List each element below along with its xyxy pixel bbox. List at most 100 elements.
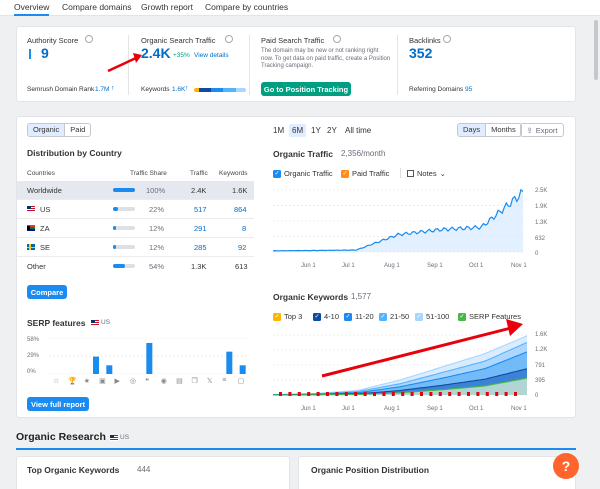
position-distribution-title: Organic Position Distribution: [311, 465, 430, 475]
tab-compare-domains[interactable]: Compare domains: [62, 2, 131, 12]
serp-bar[interactable]: [146, 342, 153, 374]
note-marker[interactable]: [363, 392, 367, 396]
note-marker[interactable]: [279, 392, 282, 396]
note-marker[interactable]: [297, 392, 301, 396]
table-row[interactable]: Worldwide 100% 2.4K 1.6K: [17, 181, 254, 200]
se-flag-icon: [27, 244, 35, 250]
authority-score-value[interactable]: 9: [41, 45, 49, 61]
keywords-ytick: 1.2K: [535, 347, 548, 353]
export-button[interactable]: ⇪ Export: [520, 123, 564, 137]
traffic-value[interactable]: 291: [194, 224, 207, 233]
share-bar-fill: [113, 245, 116, 249]
divider: [397, 35, 398, 95]
note-marker[interactable]: [335, 392, 339, 396]
legend-paid-traffic[interactable]: ✓ Paid Traffic: [341, 169, 389, 178]
traffic-value[interactable]: 517: [194, 205, 207, 214]
organic-traffic-change: +35%: [173, 52, 190, 59]
note-marker[interactable]: [504, 392, 508, 396]
list-icon: ≡: [222, 377, 227, 384]
traffic-ytick: 1.9K: [535, 204, 548, 210]
note-marker[interactable]: [485, 392, 489, 396]
country-table: Worldwide 100% 2.4K 1.6K US 22% 517 864 …: [17, 181, 254, 277]
note-marker[interactable]: [344, 392, 348, 396]
range-2y[interactable]: 2Y: [327, 126, 337, 135]
granularity-toggle[interactable]: Days Months: [457, 123, 522, 137]
keywords-value[interactable]: 8: [242, 224, 246, 233]
range-6m[interactable]: 6M: [289, 124, 307, 137]
info-icon[interactable]: [443, 35, 451, 43]
legend-organic-traffic[interactable]: ✓ Organic Traffic: [273, 169, 333, 178]
note-marker[interactable]: [448, 392, 452, 396]
table-row[interactable]: Other 54% 1.3K 613: [17, 257, 254, 276]
organic-traffic-chart-title: Organic Traffic: [273, 149, 333, 159]
note-marker[interactable]: [382, 392, 386, 396]
table-row[interactable]: ZA 12% 291 8: [17, 219, 254, 238]
serp-bar[interactable]: [106, 365, 113, 374]
range-1m[interactable]: 1M: [273, 126, 284, 135]
toggle-months[interactable]: Months: [486, 124, 521, 136]
toggle-days[interactable]: Days: [458, 124, 487, 136]
backlinks-value[interactable]: 352: [409, 45, 432, 61]
keywords-value[interactable]: 1.6K: [172, 86, 185, 93]
help-button[interactable]: ?: [553, 453, 579, 479]
toggle-paid[interactable]: Paid: [65, 124, 90, 136]
info-icon[interactable]: [333, 35, 341, 43]
info-icon[interactable]: [225, 35, 233, 43]
col-keywords: Keywords: [219, 170, 248, 177]
checkbox-icon: ✓: [273, 169, 281, 178]
note-marker[interactable]: [326, 392, 329, 396]
keywords-value[interactable]: 864: [234, 205, 247, 214]
note-marker[interactable]: [514, 392, 517, 396]
tab-growth-report[interactable]: Growth report: [141, 2, 193, 12]
note-marker[interactable]: [467, 392, 470, 396]
col-traffic-share: Traffic Share: [130, 170, 167, 177]
referring-domains-value[interactable]: 95: [465, 86, 472, 93]
note-marker[interactable]: [307, 392, 311, 396]
note-marker[interactable]: [457, 392, 461, 396]
note-marker[interactable]: [429, 392, 433, 396]
notes-dropdown[interactable]: Notes ⌄: [407, 169, 446, 178]
legend-top3[interactable]: ✓ Top 3: [273, 312, 302, 321]
go-to-position-tracking-button[interactable]: Go to Position Tracking: [261, 82, 351, 96]
note-marker[interactable]: [495, 392, 499, 396]
country-name: Other: [27, 262, 46, 271]
play-icon: ▶: [114, 378, 120, 385]
note-marker[interactable]: [410, 392, 414, 396]
view-details-link[interactable]: View details: [194, 52, 229, 59]
note-marker[interactable]: [420, 392, 423, 396]
serp-bar[interactable]: [239, 365, 246, 374]
organic-paid-toggle[interactable]: Organic Paid: [27, 123, 92, 137]
note-marker[interactable]: [354, 392, 358, 396]
note-marker[interactable]: [373, 392, 376, 396]
note-marker[interactable]: [316, 392, 320, 396]
table-row[interactable]: US 22% 517 864: [17, 200, 254, 219]
traffic-value[interactable]: 285: [194, 243, 207, 252]
tab-compare-by-countries[interactable]: Compare by countries: [205, 2, 288, 12]
share-bar: [113, 226, 135, 230]
toggle-organic[interactable]: Organic: [28, 124, 66, 136]
note-marker[interactable]: [391, 392, 395, 396]
note-marker[interactable]: [288, 392, 292, 396]
serp-bar[interactable]: [226, 351, 233, 374]
share-value: 12%: [149, 243, 165, 252]
compare-button[interactable]: Compare: [27, 285, 67, 299]
traffic-ytick: 632: [535, 236, 546, 242]
scrollbar[interactable]: [594, 20, 598, 80]
semrush-rank-value[interactable]: 1.7M: [95, 86, 109, 93]
checkbox-icon: ✓: [341, 169, 349, 178]
keywords-value[interactable]: 92: [238, 243, 246, 252]
range-1y[interactable]: 1Y: [311, 126, 321, 135]
tab-overview[interactable]: Overview: [14, 2, 50, 16]
view-full-report-button[interactable]: View full report: [27, 397, 89, 411]
range-all-time[interactable]: All time: [345, 126, 371, 135]
serp-bar[interactable]: [93, 356, 99, 374]
table-row[interactable]: SE 12% 285 92: [17, 238, 254, 257]
info-icon[interactable]: [85, 35, 93, 43]
share-bar: [113, 264, 135, 268]
top-keywords-count: 444: [137, 465, 151, 474]
note-marker[interactable]: [401, 392, 405, 396]
note-marker[interactable]: [438, 392, 442, 396]
traffic-xtick: Sep 1: [427, 263, 443, 269]
note-marker[interactable]: [476, 392, 480, 396]
annotation-arrow: [321, 319, 523, 378]
